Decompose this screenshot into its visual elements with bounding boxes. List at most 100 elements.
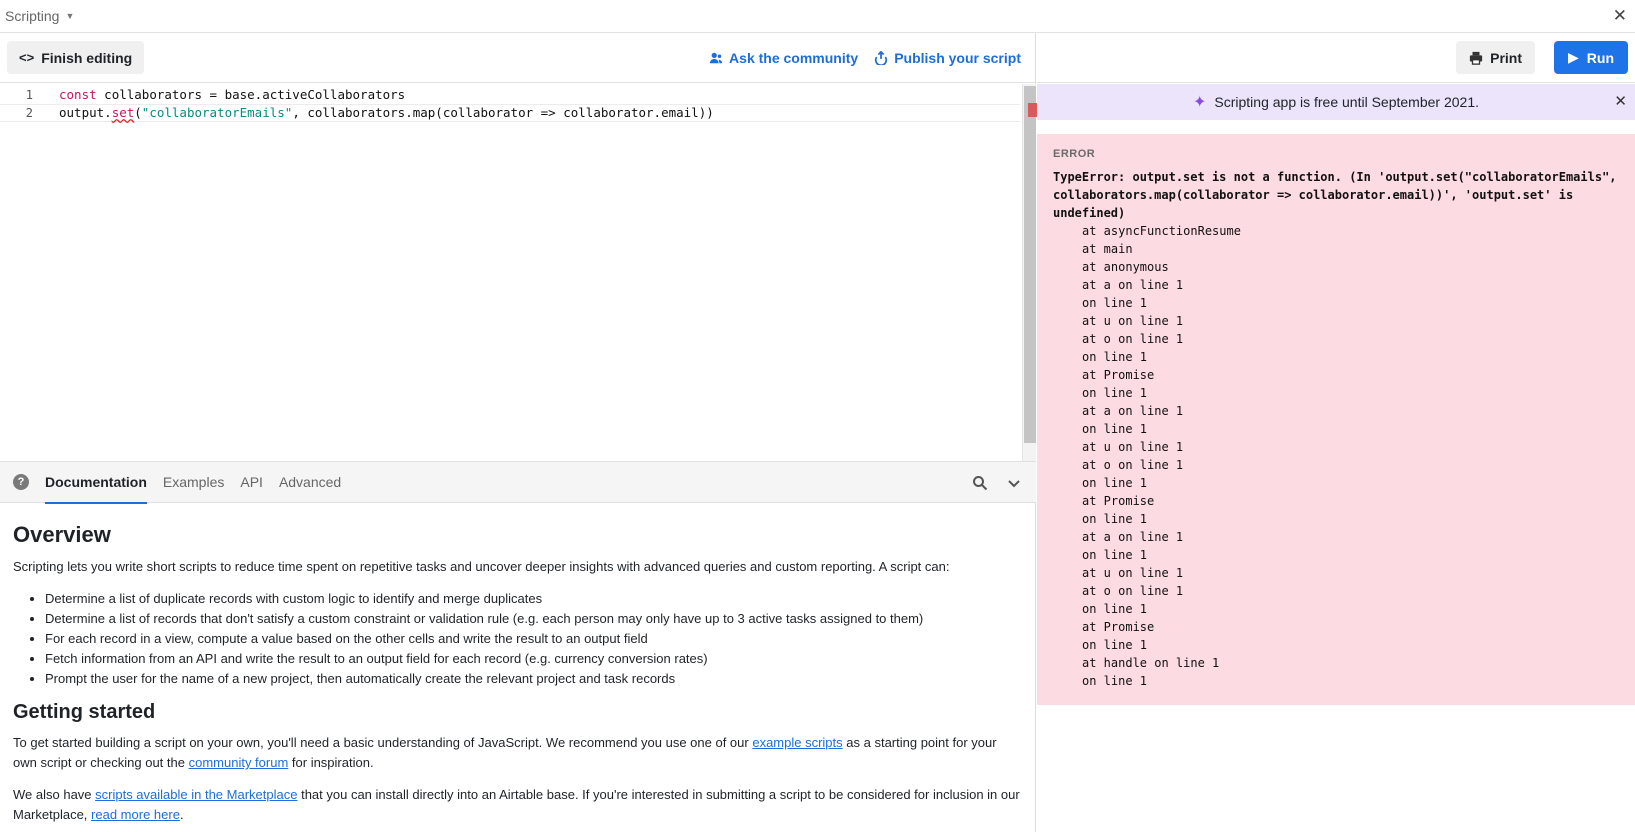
docs-tab-bar: ? Documentation Examples API Advanced <box>0 461 1036 504</box>
overview-heading: Overview <box>13 522 111 547</box>
stack-frame: on line 1 <box>1082 350 1148 364</box>
stack-frame: at o on line 1 <box>1082 584 1184 598</box>
capabilities-list: Determine a list of duplicate records wi… <box>45 589 1023 689</box>
stack-frame: at Promise <box>1082 620 1155 634</box>
stack-frame: at a on line 1 <box>1082 278 1184 292</box>
stack-frame: at main <box>1082 242 1133 256</box>
code-icon: <> <box>19 50 35 65</box>
publish-script-label: Publish your script <box>894 50 1021 66</box>
stack-trace: at asyncFunctionResume at main at anonymou… <box>1053 222 1619 690</box>
error-label: ERROR <box>1053 148 1096 160</box>
getting-started-heading: Getting started <box>13 701 156 723</box>
app-title-dropdown[interactable]: Scripting ▼ <box>5 8 74 24</box>
marketplace-scripts-link[interactable]: scripts available in the Marketplace <box>95 787 297 802</box>
stack-frame: at a on line 1 <box>1082 404 1184 418</box>
error-token: set <box>111 105 135 120</box>
list-item: Determine a list of duplicate records wi… <box>45 589 1023 609</box>
chevron-down-icon[interactable] <box>1006 475 1022 491</box>
code-content[interactable]: const collaborators = base.activeCollabo… <box>59 86 714 122</box>
output-toolbar: Print ▶ Run <box>1037 33 1635 83</box>
close-banner-icon[interactable]: ✕ <box>1614 92 1627 110</box>
scrollbar-thumb[interactable] <box>1024 86 1036 443</box>
tab-examples[interactable]: Examples <box>163 461 224 503</box>
publish-script-link[interactable]: Publish your script <box>874 50 1021 66</box>
ask-community-link[interactable]: Ask the community <box>709 50 858 66</box>
tab-api[interactable]: API <box>240 461 263 503</box>
stack-frame: at anonymous <box>1082 260 1169 274</box>
code-line[interactable]: const collaborators = base.activeCollabo… <box>59 86 714 104</box>
banner-text: Scripting app is free until September 20… <box>1214 94 1479 110</box>
play-icon: ▶ <box>1568 49 1579 65</box>
line-number: 2 <box>25 106 33 120</box>
ask-community-label: Ask the community <box>729 50 859 66</box>
stack-frame: on line 1 <box>1082 512 1148 526</box>
finish-editing-button[interactable]: <> Finish editing <box>7 41 145 74</box>
search-icon[interactable] <box>972 475 988 491</box>
string-literal: "collaboratorEmails" <box>141 105 293 120</box>
stack-frame: at o on line 1 <box>1082 458 1184 472</box>
app-title: Scripting <box>5 8 60 24</box>
error-marker <box>1028 103 1037 117</box>
community-forum-link[interactable]: community forum <box>189 755 289 770</box>
example-scripts-link[interactable]: example scripts <box>752 735 842 750</box>
marketplace-paragraph: We also have scripts available in the Ma… <box>13 785 1023 825</box>
promo-banner: ✦ Scripting app is free until September … <box>1037 84 1635 120</box>
paragraph-text: To get started building a script on your… <box>13 735 753 750</box>
paragraph-text: for inspiration. <box>288 755 374 770</box>
list-item: Determine a list of records that don't s… <box>45 609 1023 629</box>
overview-text: Scripting lets you write short scripts t… <box>13 559 950 574</box>
stack-frame: at Promise <box>1082 368 1155 382</box>
output-pane: Print ▶ Run ✦ Scripting app is free unti… <box>1037 33 1635 832</box>
line-number-gutter: 1 2 <box>0 84 45 461</box>
close-icon[interactable]: ✕ <box>1613 6 1627 26</box>
stack-frame: on line 1 <box>1082 296 1148 310</box>
getting-started-paragraph: To get started building a script on your… <box>13 733 1023 773</box>
list-item: Fetch information from an API and write … <box>45 649 1023 669</box>
print-label: Print <box>1490 49 1522 66</box>
caret-down-icon: ▼ <box>65 11 75 21</box>
error-message: TypeError: output.set is not a function.… <box>1053 170 1617 220</box>
paragraph-text: We also have <box>13 787 96 802</box>
stack-frame: at Promise <box>1082 494 1155 508</box>
stack-frame: on line 1 <box>1082 386 1148 400</box>
code-text: output. <box>59 105 112 120</box>
editor-scrollbar[interactable] <box>1022 84 1037 461</box>
run-label: Run <box>1586 49 1614 66</box>
editor-pane: <> Finish editing Ask the community Publ… <box>0 33 1037 832</box>
users-icon <box>709 52 723 64</box>
stack-frame: at a on line 1 <box>1082 530 1184 544</box>
documentation-content: Overview Scripting lets you write short … <box>0 503 1036 832</box>
stack-frame: at asyncFunctionResume <box>1082 224 1241 238</box>
stack-frame: at u on line 1 <box>1082 566 1184 580</box>
publish-icon <box>875 51 888 65</box>
line-number: 1 <box>25 88 33 102</box>
stack-frame: at u on line 1 <box>1082 314 1184 328</box>
stack-frame: on line 1 <box>1082 476 1148 490</box>
code-text: ( <box>134 105 142 120</box>
paragraph-text: . <box>179 807 184 822</box>
code-text: collaborators = base.activeCollaborators <box>96 87 406 102</box>
run-button[interactable]: ▶ Run <box>1554 41 1628 74</box>
finish-editing-label: Finish editing <box>41 49 133 66</box>
sparkle-icon: ✦ <box>1192 94 1207 111</box>
code-text: , collaborators.map(collaborator => coll… <box>292 105 714 120</box>
tab-advanced[interactable]: Advanced <box>279 461 341 503</box>
help-icon: ? <box>13 474 29 490</box>
code-line[interactable]: output.set("collaboratorEmails", collabo… <box>59 104 714 122</box>
editor-toolbar: <> Finish editing Ask the community Publ… <box>0 33 1035 83</box>
stack-frame: on line 1 <box>1082 674 1148 688</box>
stack-frame: on line 1 <box>1082 602 1148 616</box>
read-more-link[interactable]: read more here <box>91 807 180 822</box>
code-editor[interactable]: 1 2 const collaborators = base.activeCol… <box>0 84 1037 461</box>
stack-frame: on line 1 <box>1082 422 1148 436</box>
tab-documentation[interactable]: Documentation <box>45 461 147 504</box>
stack-frame: at handle on line 1 <box>1082 656 1220 670</box>
keyword: const <box>59 87 97 102</box>
app-header: Scripting ▼ ✕ <box>0 0 1635 33</box>
printer-icon <box>1469 51 1483 65</box>
list-item: For each record in a view, compute a val… <box>45 629 1023 649</box>
error-output: ERROR TypeError: output.set is not a fun… <box>1037 134 1635 705</box>
print-button[interactable]: Print <box>1456 41 1535 74</box>
stack-frame: at u on line 1 <box>1082 440 1184 454</box>
list-item: Prompt the user for the name of a new pr… <box>45 669 1023 689</box>
